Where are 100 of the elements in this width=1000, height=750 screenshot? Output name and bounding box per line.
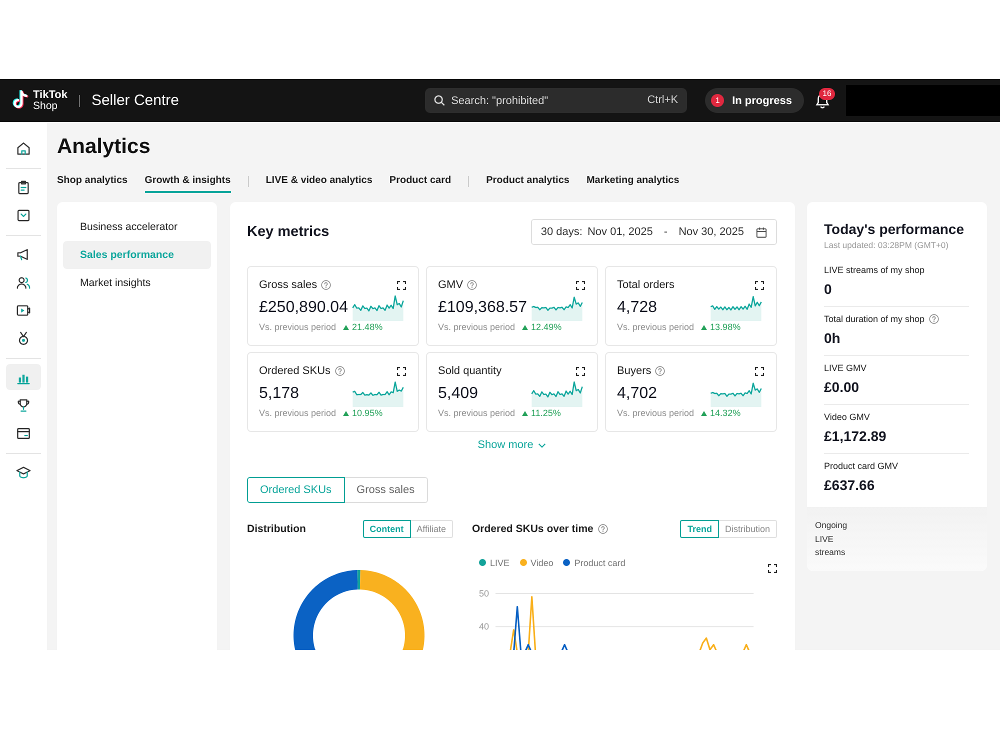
stat-value: 0: [824, 280, 833, 299]
metric-value: 4,702: [617, 384, 658, 404]
sparkline: [531, 381, 583, 407]
metric-value: 4,728: [617, 298, 658, 318]
expand-icon[interactable]: [755, 366, 764, 376]
metric-value: £109,368.57: [438, 298, 527, 318]
stat-label: Video GMV: [824, 412, 870, 422]
sparkline: [352, 381, 404, 407]
change-value: 14.32%: [710, 408, 741, 418]
stat-value: 0h: [824, 329, 842, 348]
comparison-label: Vs. previous period: [438, 408, 516, 418]
stat-label: LIVE GMV: [824, 363, 867, 373]
medal-icon: [16, 330, 31, 346]
metric-label: Gross sales: [259, 278, 318, 292]
page-title: Analytics: [57, 134, 152, 160]
date-range-picker[interactable]: 30 days: Nov 01, 2025 - Nov 30, 2025: [530, 219, 777, 245]
sparkline: [710, 295, 762, 321]
change-value: 10.95%: [352, 408, 383, 418]
expand-icon[interactable]: [397, 280, 406, 290]
sparkline: [352, 295, 404, 321]
comparison-label: Vs. previous period: [259, 322, 336, 332]
legend-label: Product card: [574, 558, 626, 568]
tab[interactable]: Product card: [389, 170, 452, 193]
metric-value: £250,890.04: [259, 298, 348, 318]
stat-value: £0.00: [824, 378, 860, 397]
card-icon: [16, 426, 31, 440]
comparison-label: Vs. previous period: [438, 322, 516, 332]
clipboard-icon: [16, 180, 31, 194]
stat-label: Product card GMV: [824, 461, 898, 471]
shortcut-hint: Ctrl+K: [647, 94, 678, 107]
graduation-cap-icon: [16, 464, 31, 480]
stat-label: LIVE streams of my shop: [824, 265, 925, 275]
chart-title: Ordered SKUs over time: [472, 523, 594, 535]
notification-badge: 16: [819, 88, 835, 100]
tab[interactable]: Product analytics: [486, 170, 570, 193]
date-separator: -: [664, 226, 668, 238]
toggle-button[interactable]: Distribution: [718, 520, 777, 538]
panel-title: Today's performance: [824, 220, 965, 238]
expand-icon[interactable]: [576, 280, 585, 290]
date-preset-label: 30 days:: [540, 226, 582, 238]
stat-value: £1,172.89: [824, 427, 888, 446]
metric-label: GMV: [438, 278, 464, 292]
logo-title: TikTok: [33, 90, 68, 101]
expand-icon[interactable]: [768, 564, 777, 573]
metric-value: 5,178: [259, 384, 300, 404]
help-icon[interactable]: [321, 280, 332, 290]
expand-icon[interactable]: [576, 366, 585, 376]
search-icon: [434, 95, 446, 106]
section-title: Key metrics: [247, 224, 330, 240]
count-badge: 1: [711, 94, 724, 107]
sub-nav-item[interactable]: Business accelerator: [63, 213, 211, 241]
video-icon: [16, 302, 31, 318]
logo-subtitle: Shop: [33, 101, 59, 111]
tab[interactable]: Shop analytics: [57, 170, 128, 193]
stat-label: Total duration of my shop: [824, 314, 925, 324]
change-value: 21.48%: [352, 322, 383, 332]
metric-label: Sold quantity: [438, 364, 502, 378]
stat-value: £637.66: [824, 476, 876, 495]
help-icon[interactable]: [598, 524, 608, 534]
ongoing-streams-label: Ongoing LIVE streams: [815, 519, 848, 559]
metric-label: Total orders: [617, 278, 674, 292]
chevron-down-icon: [538, 442, 546, 448]
home-icon: [16, 140, 31, 156]
sub-nav-item[interactable]: Market insights: [63, 269, 211, 297]
megaphone-icon: [16, 246, 31, 262]
app-title: Seller Centre: [91, 92, 179, 110]
metric-value: 5,409: [438, 384, 478, 404]
tab[interactable]: Marketing analytics: [586, 170, 680, 193]
help-icon[interactable]: [334, 366, 345, 376]
help-icon[interactable]: [928, 314, 939, 324]
task-status-button[interactable]: 1 In progress: [705, 88, 804, 113]
help-icon[interactable]: [467, 280, 478, 290]
change-value: 13.98%: [710, 322, 741, 332]
end-date: Nov 30, 2025: [678, 226, 744, 238]
y-axis-label: 40: [478, 622, 489, 632]
start-date: Nov 01, 2025: [587, 226, 653, 238]
comparison-label: Vs. previous period: [617, 408, 694, 418]
expand-icon[interactable]: [755, 280, 764, 290]
expand-icon[interactable]: [397, 366, 406, 376]
legend-label: Video: [530, 558, 554, 568]
box-icon: [16, 208, 31, 222]
y-axis-label: 50: [478, 588, 489, 598]
legend-label: LIVE: [490, 558, 510, 568]
last-updated-text: Last updated: 03:28PM (GMT+0): [824, 240, 950, 250]
change-value: 12.49%: [531, 322, 562, 332]
segment-tab[interactable]: Gross sales: [344, 477, 428, 503]
help-icon[interactable]: [655, 366, 666, 376]
chart-title: Distribution: [247, 523, 306, 535]
trophy-icon: [16, 398, 31, 412]
metric-label: Buyers: [617, 364, 652, 378]
sparkline: [710, 381, 762, 407]
comparison-label: Vs. previous period: [259, 408, 336, 418]
metric-label: Ordered SKUs: [259, 364, 331, 378]
tab[interactable]: LIVE & video analytics: [266, 170, 372, 193]
tab[interactable]: Growth & insights: [144, 170, 231, 193]
change-value: 11.25%: [531, 408, 561, 418]
comparison-label: Vs. previous period: [617, 322, 694, 332]
sparkline: [531, 295, 583, 321]
logo-icon: [12, 90, 31, 111]
calendar-icon: [756, 226, 767, 238]
